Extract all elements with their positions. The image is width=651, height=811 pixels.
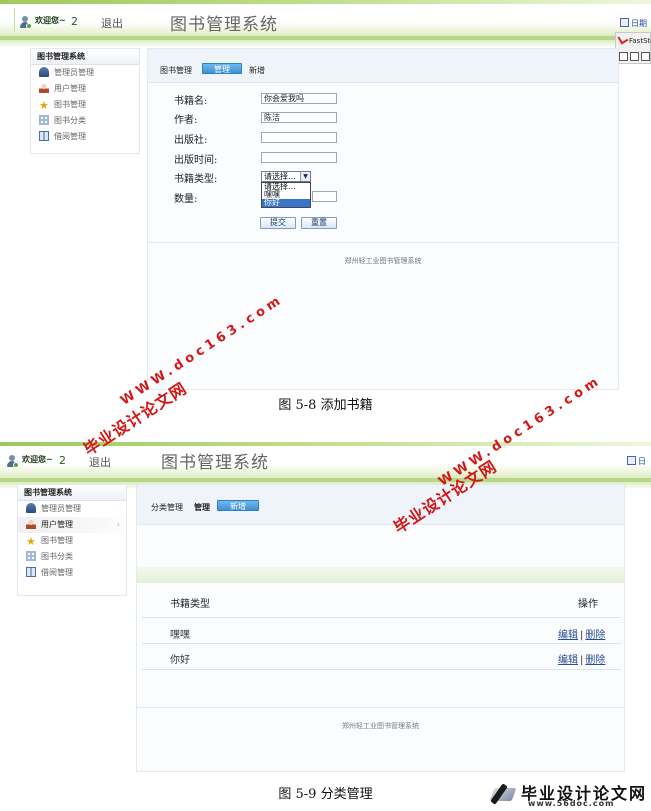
edit-link[interactable]: 编辑 bbox=[558, 630, 578, 641]
tab-bar: 分类管理 管理 新增 bbox=[137, 485, 624, 525]
star-icon: ★ bbox=[26, 535, 36, 548]
user-icon bbox=[39, 83, 49, 93]
sidebar-title: 图书管理系统 bbox=[31, 49, 139, 65]
sidebar-item-users[interactable]: 用户管理 bbox=[18, 517, 126, 533]
author-label: 作者: bbox=[174, 115, 198, 126]
book-icon bbox=[39, 131, 49, 141]
pubtime-label: 出版时间: bbox=[174, 155, 218, 166]
sidebar-item-categories[interactable]: 图书分类 bbox=[31, 113, 139, 129]
delete-link[interactable]: 删除 bbox=[585, 630, 605, 641]
calendar-icon bbox=[620, 18, 629, 27]
submit-button[interactable]: 提交 bbox=[260, 217, 296, 229]
admin-icon bbox=[39, 67, 49, 77]
screenshot-add-book: 欢迎您~ 2 退出 图书管理系统 日期 FastSto 图书管理系统 管理员管理… bbox=[0, 0, 651, 390]
user-avatar-icon bbox=[6, 455, 19, 468]
sidebar-item-books[interactable]: ★ 图书管理 bbox=[18, 533, 126, 549]
count-label: 数量: bbox=[174, 194, 198, 205]
corner-logo: 毕业设计论文网 www.56doc.com bbox=[488, 778, 651, 811]
screenshot-category-manage: 欢迎您~ 2 退出 图书管理系统 日 图书管理系统 管理员管理 用户管理 ★图书… bbox=[0, 442, 651, 772]
sidebar-item-books[interactable]: ★ 图书管理 bbox=[31, 97, 139, 113]
tab-add[interactable]: 新增 bbox=[249, 65, 265, 76]
footer-text: 郑州轻工业图书管理系统 bbox=[342, 722, 419, 730]
table-row-actions: 编辑 | 删除 bbox=[558, 655, 606, 666]
reset-button[interactable]: 重置 bbox=[301, 217, 337, 229]
tab-bar: 图书管理 管理 新增 bbox=[148, 49, 618, 83]
publisher-input[interactable] bbox=[261, 132, 337, 143]
table-row-type: 你好 bbox=[170, 655, 190, 666]
type-dropdown[interactable]: 请选择... 嘿嘿 你好 bbox=[261, 182, 311, 208]
edit-link[interactable]: 编辑 bbox=[558, 655, 578, 666]
sidebar-item-users[interactable]: 用户管理 bbox=[31, 81, 139, 97]
sidebar: 图书管理系统 管理员管理 用户管理 ★图书管理 图书分类 借阅管理 bbox=[30, 48, 140, 154]
admin-icon bbox=[26, 503, 36, 513]
logout-link[interactable]: 退出 bbox=[101, 15, 123, 31]
column-header-ops: 操作 bbox=[578, 599, 598, 610]
user-number: 2 bbox=[59, 454, 66, 467]
user-number: 2 bbox=[71, 15, 78, 28]
logo-mark-icon bbox=[488, 780, 518, 808]
date-indicator: 日期 bbox=[620, 18, 647, 29]
chevron-down-icon[interactable]: ▼ bbox=[300, 172, 310, 181]
date-indicator: 日 bbox=[627, 456, 646, 467]
corner-logo-url: www.56doc.com bbox=[528, 799, 615, 808]
user-icon bbox=[26, 519, 36, 529]
calendar-icon bbox=[627, 456, 636, 465]
name-label: 书籍名: bbox=[174, 96, 208, 107]
main-panel: 分类管理 管理 新增 书籍类型 操作 嘿嘿 编辑 | 删除 你好 编辑 | 删除 郑州轻… bbox=[136, 484, 625, 772]
star-icon: ★ bbox=[39, 99, 49, 112]
tab-section-title: 分类管理 bbox=[151, 503, 183, 512]
tab-manage[interactable]: 管理 bbox=[202, 63, 242, 74]
capture-window-icon[interactable] bbox=[619, 52, 628, 61]
grid-icon bbox=[39, 115, 49, 125]
name-input[interactable]: 你会爱我吗 bbox=[261, 93, 337, 104]
welcome-text: 欢迎您~ bbox=[35, 16, 66, 25]
table-row-actions: 编辑 | 删除 bbox=[558, 630, 606, 641]
type-option-highlighted[interactable]: 你好 bbox=[262, 199, 310, 207]
sidebar: 图书管理系统 管理员管理 用户管理 ★图书管理 图书分类 借阅管理 bbox=[17, 484, 127, 596]
publisher-label: 出版社: bbox=[174, 135, 208, 146]
sidebar-title: 图书管理系统 bbox=[18, 485, 126, 501]
table-row-type: 嘿嘿 bbox=[170, 630, 190, 641]
tab-add[interactable]: 新增 bbox=[217, 500, 259, 511]
grid-icon bbox=[26, 551, 36, 561]
header-bar: 欢迎您~ 2 退出 图书管理系统 日期 bbox=[0, 0, 651, 46]
system-title: 图书管理系统 bbox=[161, 453, 269, 473]
sidebar-item-admin[interactable]: 管理员管理 bbox=[18, 501, 126, 517]
column-header-type: 书籍类型 bbox=[170, 599, 210, 610]
author-input[interactable]: 陈洁 bbox=[261, 112, 337, 123]
capture-full-icon[interactable] bbox=[641, 52, 650, 61]
tab-section-title: 图书管理 bbox=[160, 66, 192, 75]
welcome-text: 欢迎您~ bbox=[22, 455, 53, 464]
sidebar-item-borrow[interactable]: 借阅管理 bbox=[18, 565, 126, 581]
count-input[interactable] bbox=[312, 191, 337, 202]
pubtime-input[interactable] bbox=[261, 152, 337, 163]
faststone-toolbar[interactable]: FastSto bbox=[615, 32, 651, 64]
book-icon bbox=[26, 567, 36, 577]
type-label: 书籍类型: bbox=[174, 174, 218, 185]
footer-text: 郑州轻工业图书管理系统 bbox=[344, 257, 422, 265]
system-title: 图书管理系统 bbox=[170, 15, 278, 35]
tab-manage[interactable]: 管理 bbox=[194, 502, 210, 513]
sidebar-item-borrow[interactable]: 借阅管理 bbox=[31, 129, 139, 145]
type-select[interactable]: 请选择... ▼ bbox=[261, 171, 311, 182]
user-avatar-icon bbox=[19, 16, 32, 29]
sidebar-item-categories[interactable]: 图书分类 bbox=[18, 549, 126, 565]
capture-region-icon[interactable] bbox=[630, 52, 639, 61]
faststone-title: FastSto bbox=[619, 35, 651, 45]
sidebar-item-admin[interactable]: 管理员管理 bbox=[31, 65, 139, 81]
delete-link[interactable]: 删除 bbox=[585, 655, 605, 666]
